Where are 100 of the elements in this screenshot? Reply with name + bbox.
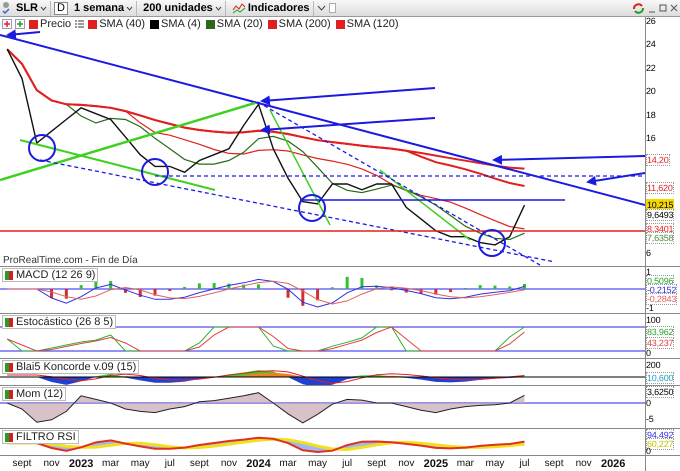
- axis-tick-label: 200: [646, 360, 660, 370]
- histogram-bar: [404, 289, 408, 293]
- histogram-bar: [256, 284, 260, 289]
- axis-tick-label: 16: [646, 133, 656, 143]
- axis-tick-label: 0: [646, 398, 651, 408]
- histogram-bar: [508, 286, 512, 289]
- axis-tick-label: 24: [646, 39, 656, 49]
- axis-tick-label: 26: [646, 16, 656, 26]
- axis-tick-label: 100: [646, 315, 660, 325]
- histogram-bar: [478, 285, 482, 289]
- histogram-bar: [80, 285, 83, 289]
- timeframe-dropdown[interactable]: 1 semana: [70, 0, 138, 16]
- indicator-icon: [5, 270, 13, 280]
- value-label: 10,600: [646, 372, 674, 384]
- price-label: 14,20: [646, 154, 670, 166]
- histogram-bar: [301, 289, 304, 306]
- histogram-bar: [434, 289, 438, 295]
- indicator-title[interactable]: FILTRO RSI: [2, 430, 79, 444]
- time-axis-label: sept: [544, 458, 564, 469]
- histogram-bar: [523, 284, 526, 289]
- time-axis-label: 2026: [600, 458, 626, 470]
- price-label: 7,6358: [646, 232, 674, 244]
- axis-tick-label: 1: [646, 267, 651, 277]
- histogram-bar: [420, 289, 423, 294]
- time-axis-label: may: [130, 458, 150, 469]
- time-axis-label: nov: [43, 458, 60, 469]
- time-axis-label: mar: [456, 458, 474, 469]
- arrow: [586, 172, 645, 186]
- value-label: 83,962: [646, 326, 674, 338]
- indicator-icon: [5, 318, 13, 326]
- axis-tick-label: 22: [646, 63, 656, 73]
- value-label: 3,6250: [646, 386, 674, 398]
- list-icon[interactable]: [75, 20, 84, 28]
- price-label: 9,6493: [646, 209, 674, 221]
- time-axis-label: nov: [576, 458, 592, 469]
- refresh-icon[interactable]: [632, 2, 645, 14]
- time-axis-label: jul: [164, 458, 175, 469]
- histogram-bar: [242, 284, 246, 289]
- indicators-button[interactable]: Indicadores: [228, 0, 314, 16]
- histogram-bar: [154, 289, 157, 296]
- histogram-bar: [493, 286, 496, 289]
- histogram-bar: [316, 289, 320, 300]
- histogram-bar: [183, 286, 186, 289]
- caret-icon: [126, 6, 134, 10]
- axis-tick-label: -5: [646, 414, 654, 424]
- histogram-bar: [50, 289, 54, 298]
- histogram-bar: [124, 289, 127, 293]
- histogram-bar: [286, 289, 290, 298]
- maximize-icon[interactable]: [659, 3, 667, 13]
- caret-icon[interactable]: [316, 5, 326, 11]
- histogram-bar: [346, 276, 349, 289]
- histogram-bar: [109, 281, 112, 289]
- time-axis-label: jul: [342, 458, 352, 469]
- arrow: [6, 29, 40, 40]
- histogram-bar: [375, 285, 378, 289]
- indicator-title[interactable]: Blai5 Koncorde v.09 (15): [2, 360, 140, 374]
- time-axis-label: 2024: [246, 458, 271, 470]
- histogram-bar: [360, 278, 364, 289]
- axis-tick-label: 18: [646, 110, 656, 120]
- axis-tick-label: 20: [646, 86, 656, 96]
- add-icon[interactable]: [15, 19, 25, 29]
- histogram-bar: [227, 284, 230, 289]
- time-axis-label: mar: [102, 458, 120, 469]
- time-axis-label: sept: [190, 458, 209, 469]
- period-button[interactable]: D: [54, 2, 68, 14]
- value-label: -0,2843: [646, 293, 678, 305]
- indicator-title[interactable]: Mom (12): [2, 387, 66, 401]
- time-axis-label: may: [486, 458, 504, 469]
- time-axis-label: nov: [220, 458, 237, 469]
- time-axis-label: sept: [367, 458, 386, 469]
- indicator-icon: [5, 390, 13, 398]
- symbol-dropdown[interactable]: SLR: [13, 0, 51, 16]
- time-axis-label: mar: [279, 458, 297, 469]
- chart-icon: [232, 2, 246, 14]
- caret-icon: [40, 6, 47, 10]
- time-axis-label: may: [308, 458, 328, 469]
- indicator-icon: [5, 362, 13, 372]
- axis-tick-label: -1: [646, 303, 654, 313]
- indicator-icon: [5, 432, 13, 442]
- histogram-bar: [212, 283, 216, 289]
- indicator-title[interactable]: Estocástico (26 8 5): [2, 315, 116, 329]
- histogram-bar: [138, 289, 142, 297]
- axis-tick-label: 0: [646, 348, 651, 358]
- time-axis-label: jul: [520, 458, 530, 469]
- indicator-title[interactable]: MACD (12 26 9): [2, 268, 98, 282]
- histogram-bar: [198, 283, 201, 289]
- circle-marker: [141, 158, 169, 186]
- histogram-bar: [168, 289, 172, 292]
- time-axis-label: 2023: [68, 458, 94, 470]
- units-dropdown[interactable]: 200 unidades: [140, 0, 226, 16]
- histogram-bar: [64, 289, 68, 299]
- time-axis-label: 2025: [424, 458, 448, 470]
- caret-icon: [214, 6, 222, 10]
- price-label: 11,620: [646, 182, 674, 194]
- source-label: ProRealTime.com - Fin de Día: [3, 255, 138, 266]
- circle-marker: [28, 134, 56, 162]
- close-icon[interactable]: [670, 3, 678, 13]
- add-icon[interactable]: [2, 19, 12, 29]
- axis-tick-label: 6: [646, 248, 651, 258]
- circle-marker: [298, 194, 326, 222]
